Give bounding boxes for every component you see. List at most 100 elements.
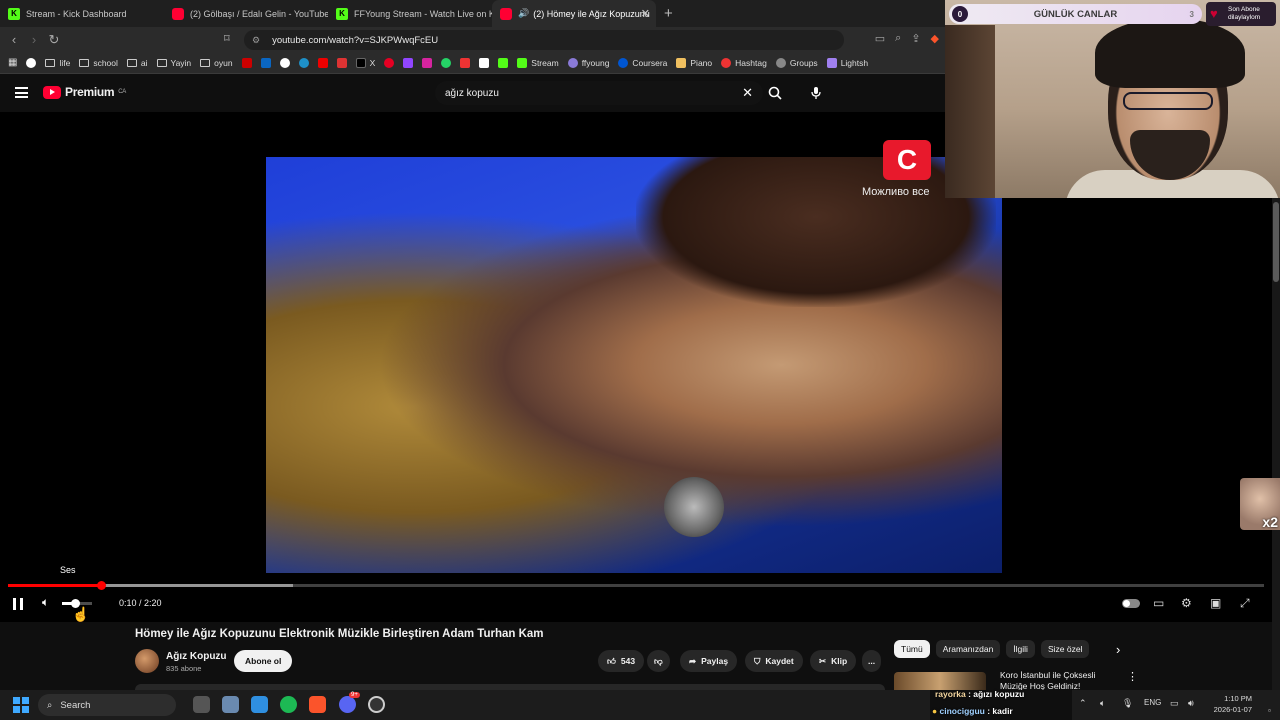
like-button[interactable]: 👍︎ 543 [598, 650, 645, 672]
chip-from-search[interactable]: Aramanızdan [935, 640, 1001, 658]
discord-icon[interactable] [339, 696, 356, 713]
close-tab-icon[interactable]: ✕ [641, 7, 650, 20]
bookmark-gmail[interactable] [336, 57, 347, 68]
progress-bar[interactable] [8, 581, 1264, 590]
new-tab-button[interactable]: + [664, 5, 673, 22]
subtitles-icon[interactable]: ▭ [1153, 596, 1164, 610]
clear-search-icon[interactable]: ✕ [742, 85, 753, 101]
channel-name[interactable]: Ağız Kopuzu [166, 651, 227, 662]
brave-shield-icon[interactable]: ◆ [931, 32, 939, 45]
tab-golbasi-youtube[interactable]: (2) Gölbaşı / Edalı Gelin - YouTube [164, 0, 328, 27]
theater-mode-icon[interactable]: ▣ [1210, 596, 1221, 610]
mic-icon [811, 87, 821, 99]
bookmark-x[interactable]: X [355, 57, 375, 68]
voice-search-button[interactable] [804, 81, 828, 105]
photos-icon[interactable] [251, 696, 268, 713]
search-input[interactable]: ağız kopuzu ✕ [435, 81, 763, 105]
task-view-icon[interactable] [193, 696, 210, 713]
tray-chevron-icon[interactable]: ⌃ [1079, 698, 1087, 709]
bookmark-whatsapp[interactable] [441, 57, 452, 68]
chip-next-icon[interactable]: › [1116, 642, 1120, 657]
fullscreen-icon[interactable]: ⤢ [1240, 596, 1250, 611]
share-button[interactable]: ➦ Paylaş [680, 650, 738, 672]
volume-icon[interactable]: 🔈︎ [42, 595, 49, 610]
settings-icon[interactable]: ⚙ [1181, 596, 1192, 610]
save-button[interactable]: ⛉ Kaydet [745, 650, 803, 672]
bookmark-folder-school[interactable]: school [79, 58, 118, 68]
bookmark-edge[interactable] [298, 57, 309, 68]
search-button[interactable] [763, 81, 787, 105]
pause-button[interactable] [13, 598, 23, 610]
language-indicator[interactable]: ENG [1144, 698, 1161, 707]
video-frame[interactable] [266, 157, 1002, 573]
bookmark-coursera[interactable]: Coursera [618, 57, 667, 68]
bookmark-twitch[interactable] [403, 57, 414, 68]
progress-scrubber[interactable] [96, 581, 106, 590]
bookmark-folder-oyun[interactable]: oyun [200, 58, 233, 68]
bookmark-hashtag[interactable]: Hashtag [721, 57, 767, 68]
bookmark-amazon[interactable] [479, 57, 490, 68]
taskbar-clock[interactable]: 1:10 PM 2026-01-07 [1208, 693, 1252, 715]
zoom-icon[interactable]: ⌕ [895, 32, 901, 45]
autoplay-toggle[interactable] [1122, 599, 1140, 608]
bookmark-stream[interactable]: Stream [517, 57, 559, 68]
bookmark-linkedin[interactable] [260, 57, 271, 68]
clip-button[interactable]: ✂ Klip [810, 650, 857, 672]
bookmark-folder-life[interactable]: life [45, 58, 70, 68]
spotify-icon[interactable] [280, 696, 297, 713]
volume-tray-icon[interactable]: 🔊︎ [1188, 698, 1194, 709]
network-icon[interactable]: ▭ [1170, 698, 1179, 709]
volume-slider[interactable] [62, 599, 92, 608]
recommended-video-title[interactable]: Koro İstanbul ile Çoksesli Müziğe Hoş Ge… [1000, 670, 1120, 690]
share-icon[interactable]: ⇪ [911, 32, 920, 45]
back-button[interactable]: ‹ [4, 32, 24, 47]
address-bar[interactable]: ⚙ youtube.com/watch?v=SJKPWwqFcEU [244, 30, 844, 50]
forward-button[interactable]: › [24, 32, 44, 47]
apps-grid-icon[interactable]: ▦ [8, 57, 17, 68]
bookmark-lightshot[interactable]: Lightsh [826, 57, 868, 68]
taskbar-search[interactable]: ⌕ Search [38, 694, 176, 716]
bookmark-google[interactable] [26, 57, 37, 68]
brave-icon[interactable] [309, 696, 326, 713]
tab-ffyoung-kick[interactable]: K FFYoung Stream - Watch Live on Kick [328, 0, 492, 27]
youtube-premium-logo[interactable]: Premium CA [43, 85, 126, 99]
bookmark-icon[interactable]: ⌑ [224, 32, 230, 45]
chip-all[interactable]: Tümü [894, 640, 930, 658]
chip-for-you[interactable]: Size özel [1040, 640, 1090, 658]
reload-button[interactable]: ↻ [44, 32, 64, 48]
tab-kick-dashboard[interactable]: K Stream - Kick Dashboard [0, 0, 164, 27]
site-info-icon[interactable]: ⚙ [252, 35, 260, 46]
bookmark-piano[interactable]: Piano [676, 57, 712, 68]
bookmark-pinterest[interactable] [384, 57, 395, 68]
notification-icon[interactable]: ▫ [1268, 706, 1271, 715]
more-actions-button[interactable]: ... [862, 650, 882, 672]
recommended-more-icon[interactable]: ⋮ [1127, 670, 1138, 683]
bookmark-kick[interactable] [498, 57, 509, 68]
channel-subscribers: 835 abone [166, 664, 202, 673]
bookmark-ffyoung[interactable]: ffyoung [567, 57, 609, 68]
chip-related[interactable]: İlgili [1006, 640, 1035, 658]
tab-homey-youtube[interactable]: 🔊 (2) Hömey ile Ağız Kopuzunu ✕ [492, 0, 656, 27]
menu-icon[interactable] [15, 87, 28, 98]
subscribe-button[interactable]: Abone ol [234, 650, 293, 672]
bookmark-youtube[interactable] [241, 57, 252, 68]
bookmark-youtube2[interactable] [317, 57, 328, 68]
chat-message: rayorka : ağızı kopuzu [935, 689, 1025, 699]
file-icon[interactable] [222, 696, 239, 713]
dislike-button[interactable]: 👎︎ [647, 650, 670, 672]
bookmark-folder-yayin[interactable]: Yayin [156, 58, 191, 68]
tray-audio-icon[interactable]: 🔈︎ [1100, 698, 1105, 709]
bookmark-instagram[interactable] [422, 57, 433, 68]
cast-icon[interactable]: ▭ [875, 32, 885, 45]
windows-start-icon[interactable] [13, 697, 29, 713]
bookmark-folder-ai[interactable]: ai [126, 58, 148, 68]
tray-mic-icon[interactable]: 🎙︎ [1122, 698, 1133, 709]
bookmark-tumblr[interactable] [460, 57, 471, 68]
recommended-video-thumbnail[interactable] [894, 672, 986, 690]
bookmark-google2[interactable] [279, 57, 290, 68]
obs-icon[interactable] [368, 696, 385, 713]
page-scrollbar[interactable] [1272, 112, 1280, 692]
bookmark-groups[interactable]: Groups [775, 57, 818, 68]
channel-avatar[interactable] [135, 649, 159, 673]
scrollbar-thumb[interactable] [1273, 202, 1279, 282]
